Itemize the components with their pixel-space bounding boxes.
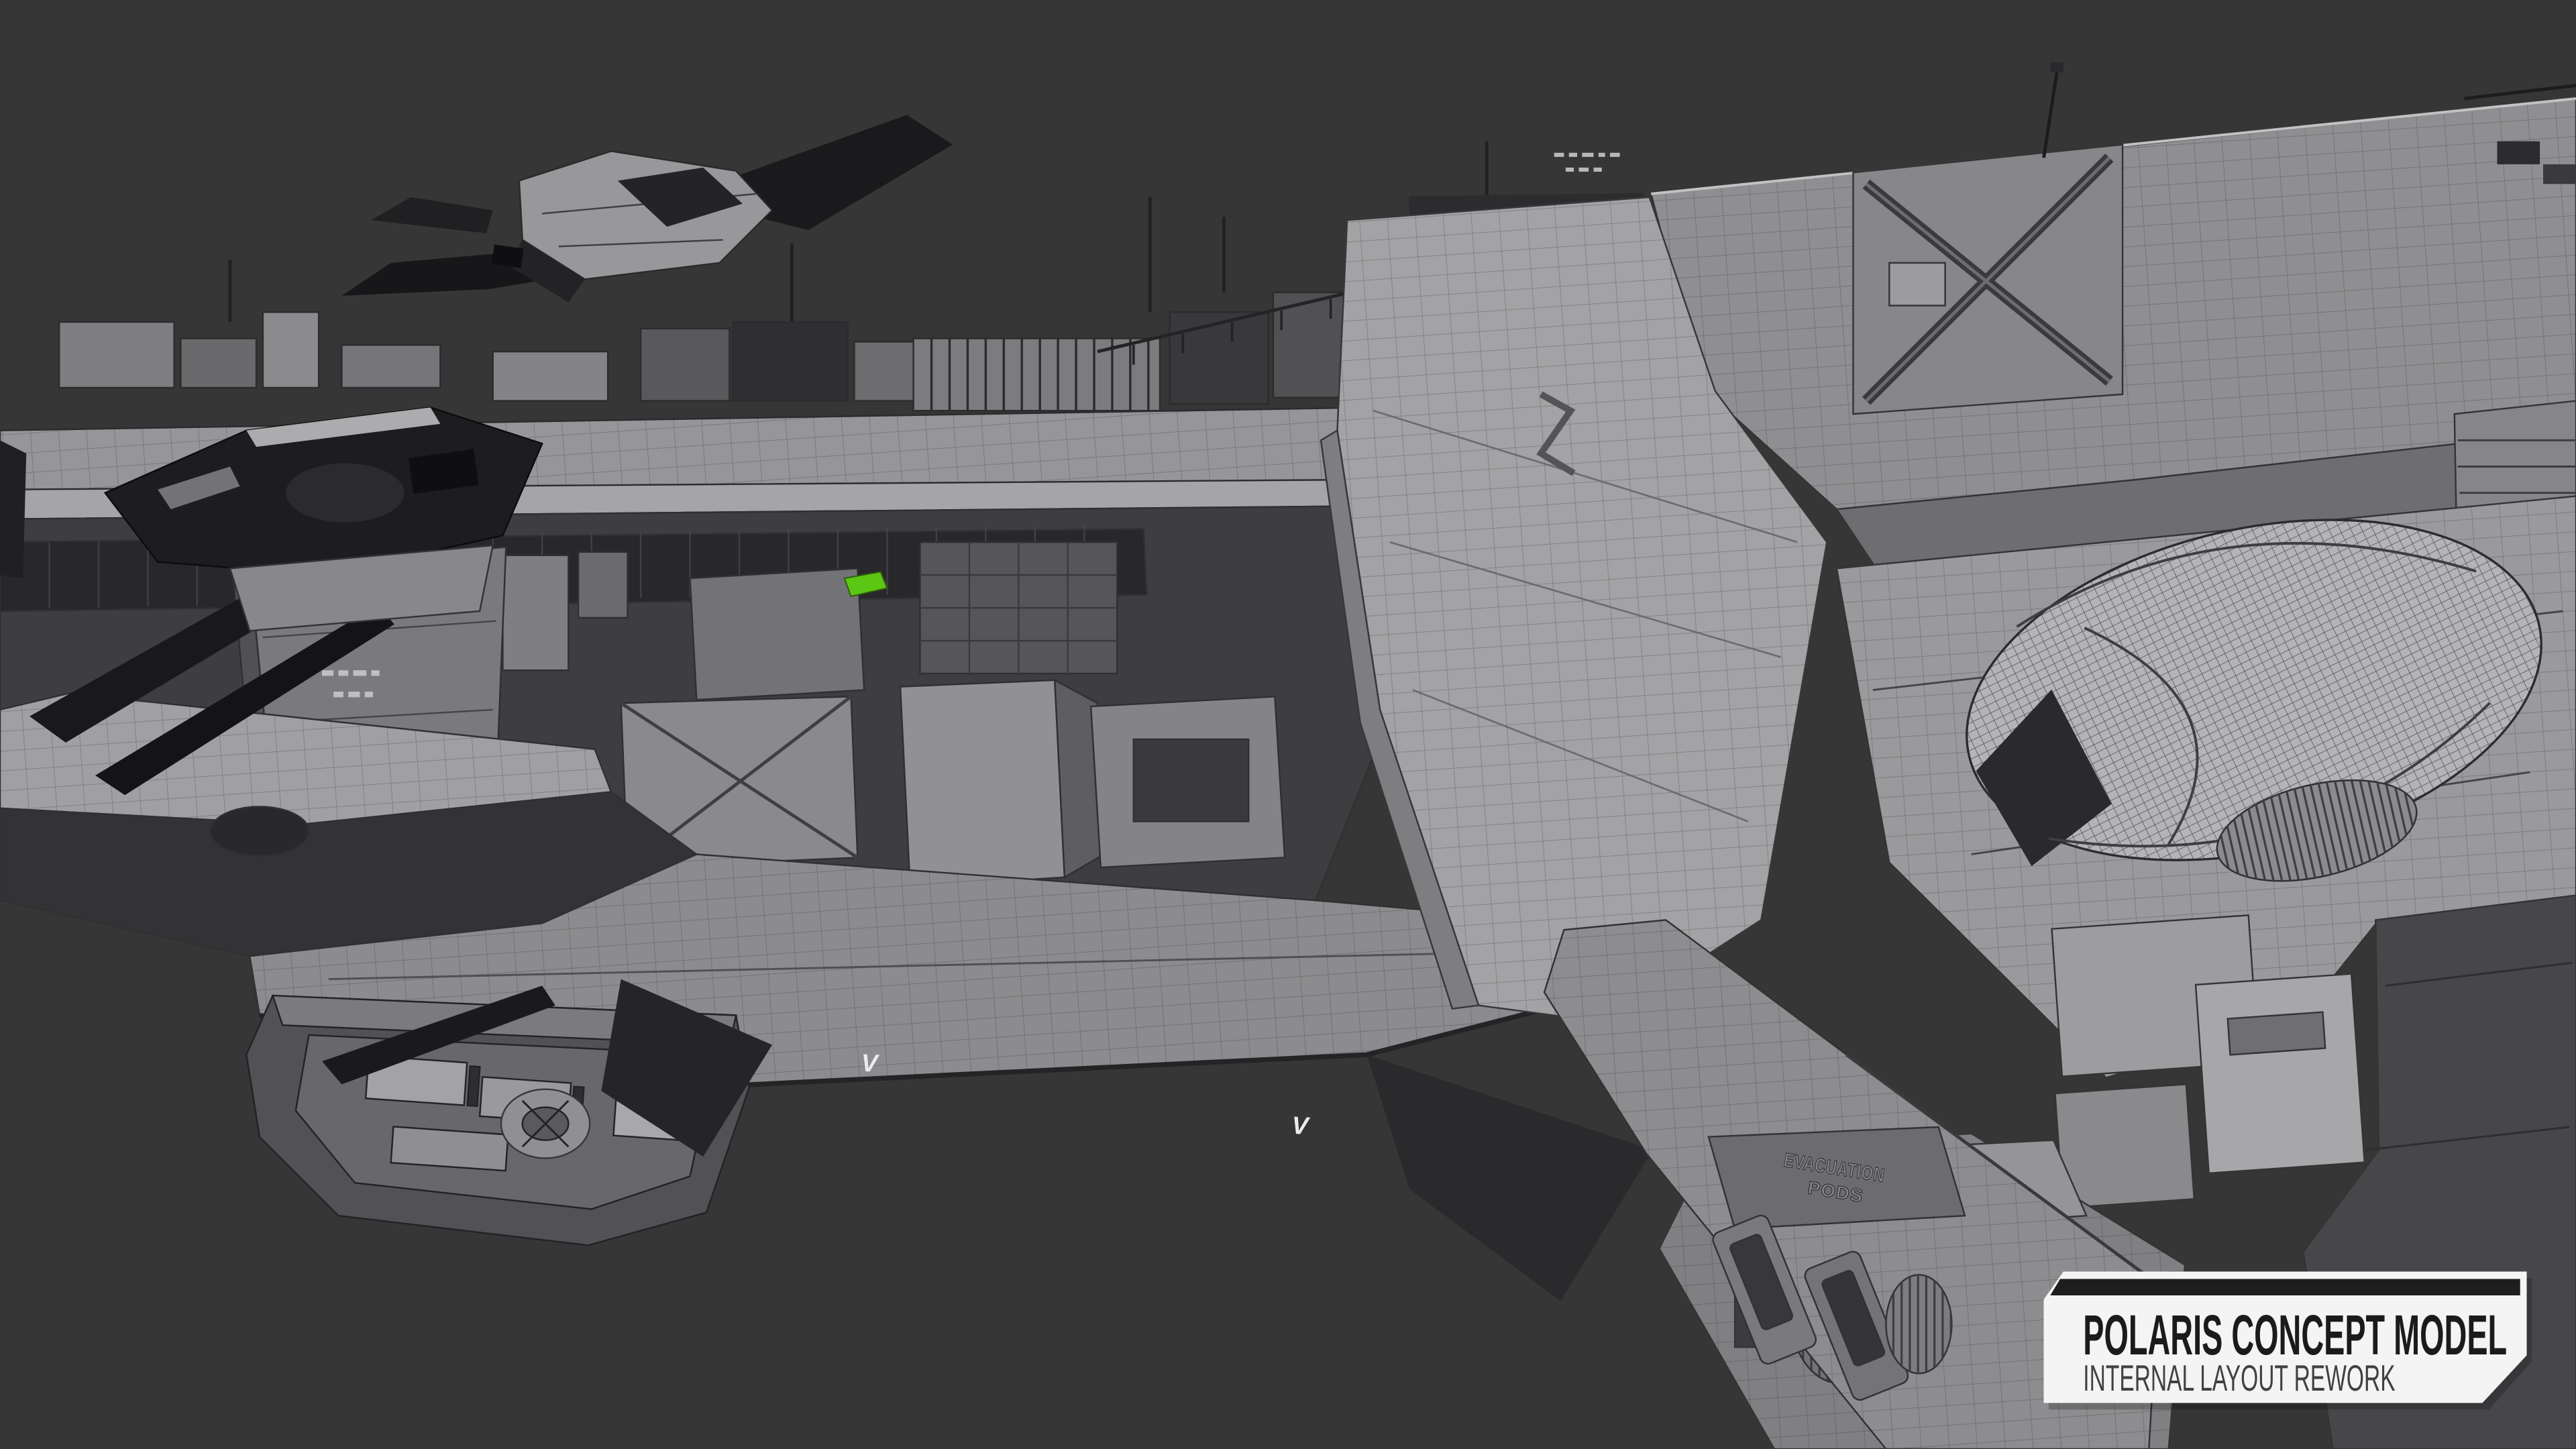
caption-card-bar — [2050, 1279, 2520, 1295]
caption-card: POLARIS CONCEPT MODEL INTERNAL LAYOUT RE… — [2044, 1272, 2532, 1410]
truss-x-brace — [1853, 145, 2123, 415]
caption-subtitle: INTERNAL LAYOUT REWORK — [2083, 1357, 2395, 1399]
3d-viewport[interactable]: EVACUATION PODS V V POLA — [0, 0, 2576, 1449]
container-rack — [914, 338, 1160, 411]
